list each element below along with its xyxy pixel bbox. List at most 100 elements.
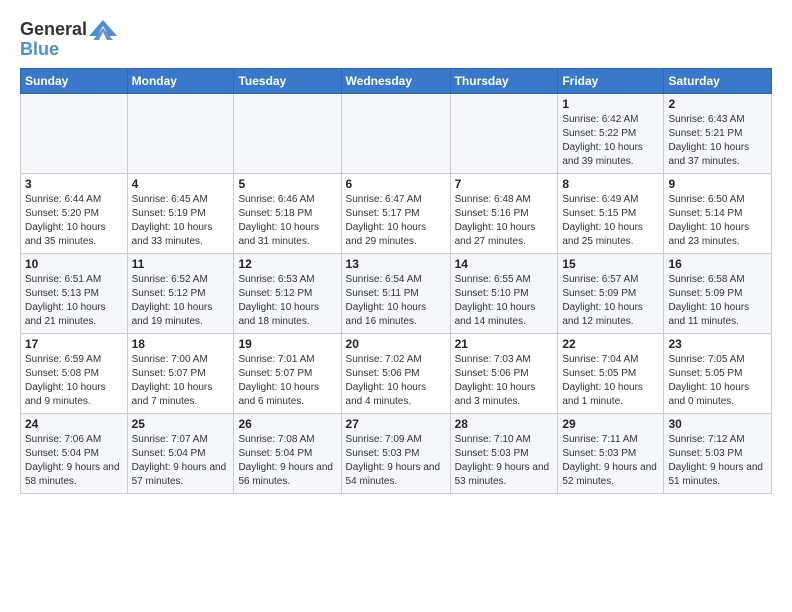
calendar-cell: 25 Sunrise: 7:07 AM Sunset: 5:04 PM Dayli…: [127, 414, 234, 494]
day-number: 28: [455, 417, 554, 431]
calendar-header-row: SundayMondayTuesdayWednesdayThursdayFrid…: [21, 69, 772, 94]
day-number: 18: [132, 337, 230, 351]
calendar-cell: 6Sunrise: 6:47 AM Sunset: 5:17 PM Daylig…: [341, 174, 450, 254]
day-info: Sunrise: 7:03 AM Sunset: 5:06 PM Dayligh…: [455, 353, 554, 409]
day-info: Sunrise: 7:10 AM Sunset: 5:03 PM Dayligh…: [455, 433, 554, 489]
calendar-cell: 1 Sunrise: 6:42 AM Sunset: 5:22 PM Daylig…: [558, 94, 664, 174]
calendar-cell: 20Sunrise: 7:02 AM Sunset: 5:06 PM Dayli…: [341, 334, 450, 414]
calendar-week-row: 1 Sunrise: 6:42 AM Sunset: 5:22 PM Daylig…: [21, 94, 772, 174]
page-header: General Blue: [20, 16, 772, 60]
day-info: Sunrise: 7:07 AM Sunset: 5:04 PM Dayligh…: [132, 433, 230, 489]
calendar-cell: 30 Sunrise: 7:12 AM Sunset: 5:03 PM Dayli…: [664, 414, 772, 494]
day-number: 17: [25, 337, 123, 351]
day-number: 4: [132, 177, 230, 191]
day-number: 22: [562, 337, 659, 351]
calendar-cell: [127, 94, 234, 174]
calendar-cell: 18 Sunrise: 7:00 AM Sunset: 5:07 PM Dayli…: [127, 334, 234, 414]
day-info: Sunrise: 7:05 AM Sunset: 5:05 PM Dayligh…: [668, 353, 767, 409]
day-number: 12: [238, 257, 336, 271]
logo-icon: [89, 18, 117, 40]
calendar-cell: 3 Sunrise: 6:44 AM Sunset: 5:20 PM Daylig…: [21, 174, 128, 254]
day-number: 30: [668, 417, 767, 431]
day-info: Sunrise: 6:54 AM Sunset: 5:11 PM Dayligh…: [346, 273, 446, 329]
calendar-cell: 23 Sunrise: 7:05 AM Sunset: 5:05 PM Dayli…: [664, 334, 772, 414]
header-sunday: Sunday: [21, 69, 128, 94]
day-number: 3: [25, 177, 123, 191]
calendar-cell: [234, 94, 341, 174]
day-info: Sunrise: 6:58 AM Sunset: 5:09 PM Dayligh…: [668, 273, 767, 329]
header-friday: Friday: [558, 69, 664, 94]
header-monday: Monday: [127, 69, 234, 94]
calendar-week-row: 3 Sunrise: 6:44 AM Sunset: 5:20 PM Daylig…: [21, 174, 772, 254]
day-info: Sunrise: 6:51 AM Sunset: 5:13 PM Dayligh…: [25, 273, 123, 329]
calendar-cell: 17 Sunrise: 6:59 AM Sunset: 5:08 PM Dayli…: [21, 334, 128, 414]
day-number: 25: [132, 417, 230, 431]
day-number: 9: [668, 177, 767, 191]
day-number: 7: [455, 177, 554, 191]
day-number: 27: [346, 417, 446, 431]
day-info: Sunrise: 6:48 AM Sunset: 5:16 PM Dayligh…: [455, 193, 554, 249]
calendar-cell: 10 Sunrise: 6:51 AM Sunset: 5:13 PM Dayli…: [21, 254, 128, 334]
day-number: 19: [238, 337, 336, 351]
day-info: Sunrise: 6:57 AM Sunset: 5:09 PM Dayligh…: [562, 273, 659, 329]
day-number: 16: [668, 257, 767, 271]
calendar-cell: 2Sunrise: 6:43 AM Sunset: 5:21 PM Daylig…: [664, 94, 772, 174]
day-number: 14: [455, 257, 554, 271]
day-info: Sunrise: 7:06 AM Sunset: 5:04 PM Dayligh…: [25, 433, 123, 489]
day-number: 21: [455, 337, 554, 351]
day-info: Sunrise: 6:50 AM Sunset: 5:14 PM Dayligh…: [668, 193, 767, 249]
day-number: 23: [668, 337, 767, 351]
calendar-cell: 11 Sunrise: 6:52 AM Sunset: 5:12 PM Dayli…: [127, 254, 234, 334]
calendar-cell: 12 Sunrise: 6:53 AM Sunset: 5:12 PM Dayli…: [234, 254, 341, 334]
day-info: Sunrise: 6:44 AM Sunset: 5:20 PM Dayligh…: [25, 193, 123, 249]
day-number: 15: [562, 257, 659, 271]
day-info: Sunrise: 7:04 AM Sunset: 5:05 PM Dayligh…: [562, 353, 659, 409]
day-number: 11: [132, 257, 230, 271]
day-info: Sunrise: 7:02 AM Sunset: 5:06 PM Dayligh…: [346, 353, 446, 409]
header-tuesday: Tuesday: [234, 69, 341, 94]
calendar-cell: 16 Sunrise: 6:58 AM Sunset: 5:09 PM Dayli…: [664, 254, 772, 334]
day-number: 29: [562, 417, 659, 431]
calendar-cell: 5 Sunrise: 6:46 AM Sunset: 5:18 PM Daylig…: [234, 174, 341, 254]
logo: General Blue: [20, 20, 117, 60]
day-number: 13: [346, 257, 446, 271]
day-info: Sunrise: 6:55 AM Sunset: 5:10 PM Dayligh…: [455, 273, 554, 329]
day-info: Sunrise: 6:52 AM Sunset: 5:12 PM Dayligh…: [132, 273, 230, 329]
calendar-cell: 19 Sunrise: 7:01 AM Sunset: 5:07 PM Dayli…: [234, 334, 341, 414]
calendar-cell: [21, 94, 128, 174]
day-info: Sunrise: 7:08 AM Sunset: 5:04 PM Dayligh…: [238, 433, 336, 489]
day-info: Sunrise: 7:00 AM Sunset: 5:07 PM Dayligh…: [132, 353, 230, 409]
day-number: 5: [238, 177, 336, 191]
day-info: Sunrise: 6:45 AM Sunset: 5:19 PM Dayligh…: [132, 193, 230, 249]
calendar-cell: 22 Sunrise: 7:04 AM Sunset: 5:05 PM Dayli…: [558, 334, 664, 414]
logo-text: General: [20, 20, 87, 40]
calendar-cell: 24Sunrise: 7:06 AM Sunset: 5:04 PM Dayli…: [21, 414, 128, 494]
calendar-cell: 21 Sunrise: 7:03 AM Sunset: 5:06 PM Dayli…: [450, 334, 558, 414]
day-info: Sunrise: 6:42 AM Sunset: 5:22 PM Dayligh…: [562, 113, 659, 169]
day-number: 10: [25, 257, 123, 271]
day-number: 2: [668, 97, 767, 111]
calendar-cell: 27 Sunrise: 7:09 AM Sunset: 5:03 PM Dayli…: [341, 414, 450, 494]
calendar-cell: 9 Sunrise: 6:50 AM Sunset: 5:14 PM Daylig…: [664, 174, 772, 254]
day-number: 26: [238, 417, 336, 431]
calendar-cell: 15 Sunrise: 6:57 AM Sunset: 5:09 PM Dayli…: [558, 254, 664, 334]
calendar-table: SundayMondayTuesdayWednesdayThursdayFrid…: [20, 68, 772, 494]
day-info: Sunrise: 7:01 AM Sunset: 5:07 PM Dayligh…: [238, 353, 336, 409]
calendar-cell: 28 Sunrise: 7:10 AM Sunset: 5:03 PM Dayli…: [450, 414, 558, 494]
calendar-cell: 13 Sunrise: 6:54 AM Sunset: 5:11 PM Dayli…: [341, 254, 450, 334]
calendar-week-row: 17 Sunrise: 6:59 AM Sunset: 5:08 PM Dayli…: [21, 334, 772, 414]
day-number: 1: [562, 97, 659, 111]
calendar-cell: 26 Sunrise: 7:08 AM Sunset: 5:04 PM Dayli…: [234, 414, 341, 494]
header-thursday: Thursday: [450, 69, 558, 94]
calendar-cell: [450, 94, 558, 174]
header-saturday: Saturday: [664, 69, 772, 94]
day-number: 6: [346, 177, 446, 191]
day-info: Sunrise: 6:53 AM Sunset: 5:12 PM Dayligh…: [238, 273, 336, 329]
day-info: Sunrise: 6:49 AM Sunset: 5:15 PM Dayligh…: [562, 193, 659, 249]
day-info: Sunrise: 6:59 AM Sunset: 5:08 PM Dayligh…: [25, 353, 123, 409]
calendar-cell: 14 Sunrise: 6:55 AM Sunset: 5:10 PM Dayli…: [450, 254, 558, 334]
calendar-cell: 4 Sunrise: 6:45 AM Sunset: 5:19 PM Daylig…: [127, 174, 234, 254]
day-info: Sunrise: 7:12 AM Sunset: 5:03 PM Dayligh…: [668, 433, 767, 489]
day-info: Sunrise: 7:09 AM Sunset: 5:03 PM Dayligh…: [346, 433, 446, 489]
day-info: Sunrise: 6:46 AM Sunset: 5:18 PM Dayligh…: [238, 193, 336, 249]
